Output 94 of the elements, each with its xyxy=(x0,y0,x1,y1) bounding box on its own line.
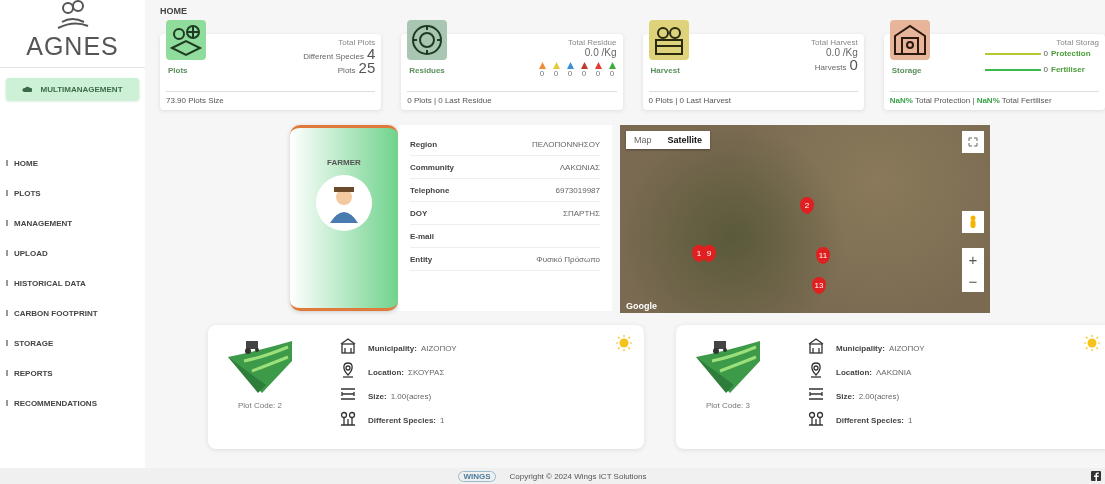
plot-field: Size: 1.00(acres) xyxy=(368,385,432,403)
nav-item[interactable]: HISTORICAL DATA xyxy=(0,268,145,298)
map-type-tab[interactable]: Satellite xyxy=(659,131,711,149)
page-title: HOME xyxy=(160,6,188,16)
map-marker[interactable]: 2 xyxy=(800,197,814,214)
field-label: E-mail xyxy=(410,231,434,241)
plot-code: Plot Code: 2 xyxy=(238,401,282,410)
location-icon xyxy=(340,362,356,378)
harvest-icon xyxy=(648,20,689,60)
card-footer: NaN% Total Protection | NaN% Total Fertiliser xyxy=(889,91,1099,105)
field-label: Region xyxy=(410,139,438,149)
fullscreen-button[interactable] xyxy=(962,131,984,153)
social-icon xyxy=(1091,471,1101,481)
municipality-icon xyxy=(340,338,356,354)
card-title: Storage xyxy=(890,66,923,75)
field-label: Community xyxy=(410,162,454,172)
card-footer: 73.90 Plots Size xyxy=(166,91,376,105)
plot-field: Size: 2.00(acres) xyxy=(836,385,900,403)
field-value: ΠΕΛΟΠΟΝΝΗΣΟΥ xyxy=(531,139,600,149)
plot-field: Municipality: ΑΙΖΟΠΟΥ xyxy=(368,337,457,355)
bar-label: Protection xyxy=(1051,49,1092,58)
nav-item[interactable]: PLOTS xyxy=(0,178,145,208)
storage-icon xyxy=(889,20,930,60)
location-icon xyxy=(808,362,824,378)
size-icon xyxy=(808,386,824,402)
field-label: DOY xyxy=(410,208,428,218)
card-footer: 0 Plots | 0 Last Residue xyxy=(407,91,617,105)
nav-item[interactable]: HOME xyxy=(0,148,145,178)
card-title: Residues xyxy=(408,66,446,75)
plot-field: Location: ΣΚΟΥΡΑΣ xyxy=(368,361,445,379)
residue-count: 0 xyxy=(567,69,573,78)
stat-label: Harvests xyxy=(814,63,847,72)
farmer-title: FARMER xyxy=(327,158,361,167)
residue-count: 0 xyxy=(609,69,615,78)
map-marker[interactable]: 9 xyxy=(702,245,716,262)
plot-field: Location: ΛΑΚΩΝΙΑ xyxy=(836,361,912,379)
fullscreen-icon xyxy=(968,137,978,147)
total-value: 0.0 /Kg xyxy=(826,47,858,58)
stat-value: 25 xyxy=(358,61,376,75)
card-title: Plots xyxy=(167,66,189,75)
field-value: ΛΑΚΩΝΙΑΣ xyxy=(559,162,600,172)
sun-icon xyxy=(1084,335,1100,351)
satellite-map[interactable]: Map Satellite + − 2 1 9 11 13 Google xyxy=(620,125,990,313)
stat-label: Different Species xyxy=(303,52,364,61)
field-value: ΣΠΑΡΤΗΣ xyxy=(563,208,600,218)
bar-value: 0 xyxy=(1043,65,1048,74)
species-icon xyxy=(808,410,824,426)
stat-value: 4 xyxy=(366,47,376,61)
map-marker[interactable]: 1 xyxy=(692,245,706,262)
residue-count: 0 xyxy=(553,69,559,78)
field-value: Φυσικό Πρόσωπο xyxy=(536,254,600,264)
field-value: 6973019987 xyxy=(555,185,600,195)
plot-field: Different Species: 1 xyxy=(836,409,913,427)
cloud-icon xyxy=(22,86,33,92)
map-brand: Google xyxy=(626,301,657,311)
nav-item[interactable]: RECOMMENDATIONS xyxy=(0,388,145,418)
nav-item[interactable]: MANAGEMENT xyxy=(0,208,145,238)
map-marker[interactable]: 13 xyxy=(812,277,826,294)
nav-item[interactable]: CARBON FOOTPRINT xyxy=(0,298,145,328)
species-icon xyxy=(340,410,356,426)
residue-count: 0 xyxy=(539,69,545,78)
nav-item[interactable]: STORAGE xyxy=(0,328,145,358)
bar-value: 0 xyxy=(1043,49,1048,58)
map-marker[interactable]: 11 xyxy=(816,247,830,264)
residue-count: 0 xyxy=(581,69,587,78)
street-view-button[interactable] xyxy=(962,211,984,233)
field-label: Entity xyxy=(410,254,433,264)
bar-label: Fertiliser xyxy=(1051,65,1086,74)
multimanagement-button[interactable]: MULTIMANAGEMENT xyxy=(6,78,139,100)
plot-code: Plot Code: 3 xyxy=(706,401,750,410)
card-title: Harvest xyxy=(649,66,681,75)
residue-count: 0 xyxy=(595,69,601,78)
size-icon xyxy=(340,386,356,402)
residues-icon xyxy=(407,20,448,60)
plot-field: Municipality: ΑΙΖΟΠΟΥ xyxy=(836,337,925,355)
stat-label: Plots xyxy=(337,66,356,75)
card-footer: 0 Plots | 0 Last Harvest xyxy=(648,91,858,105)
card-header: Total Plots xyxy=(338,38,376,47)
map-type-tab[interactable]: Map xyxy=(626,131,660,149)
plots-icon xyxy=(166,20,206,60)
field-label: Telephone xyxy=(410,185,450,195)
person-icon xyxy=(969,215,977,229)
card-header: Total Storag xyxy=(1056,38,1099,47)
copyright-text: Copyright © 2024 Wings ICT Solutions xyxy=(509,471,647,481)
stat-value: 0 xyxy=(849,58,858,72)
plot-field: Different Species: 1 xyxy=(368,409,445,427)
card-header: Total Residue xyxy=(568,38,617,47)
app-logo-text: AGNES xyxy=(26,32,119,61)
nav-item[interactable]: UPLOAD xyxy=(0,238,145,268)
municipality-icon xyxy=(808,338,824,354)
total-value: 0.0 /Kg xyxy=(584,47,617,58)
card-header: Total Harvest xyxy=(811,38,858,47)
sun-icon xyxy=(616,335,632,351)
nav-item[interactable]: REPORTS xyxy=(0,358,145,388)
